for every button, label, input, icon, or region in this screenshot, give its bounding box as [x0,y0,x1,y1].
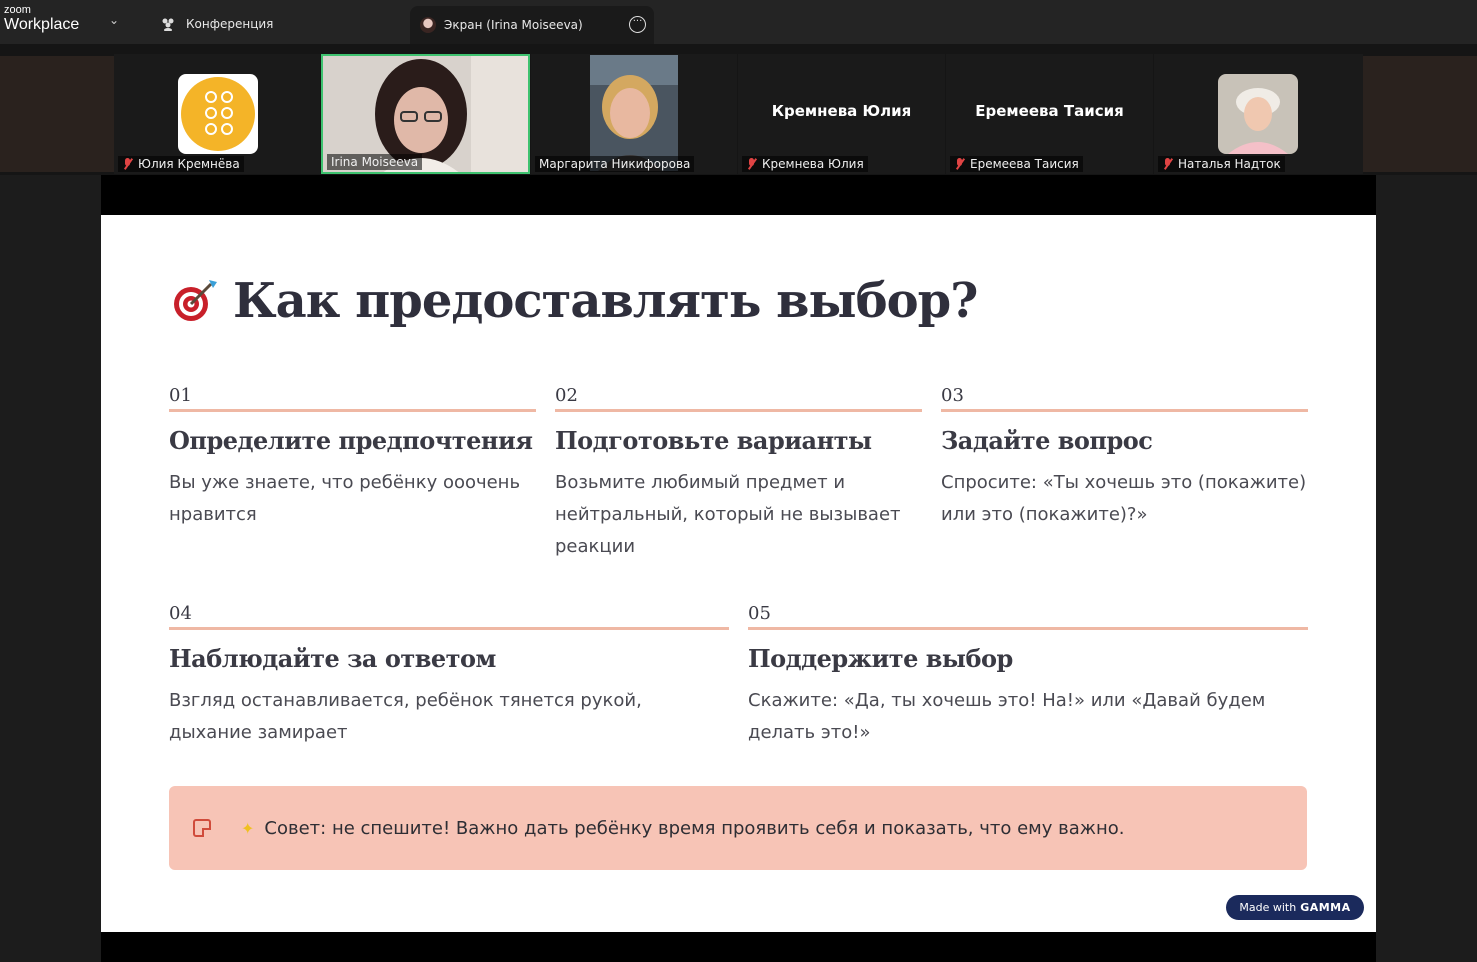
step-number: 01 [169,385,192,406]
mic-muted-icon [122,157,133,171]
step-text: Возьмите любимый предмет и нейтральный, … [555,472,901,557]
participant-tile[interactable]: Маргарита Никифорова [531,54,737,174]
participant-name-label: Еремеева Таисия [950,156,1083,172]
shared-screen-letterbox-top [101,175,1376,215]
step-heading: Поддержите выбор [748,644,1013,673]
step-5: 05 Поддержите выбор Скажите: «Да, ты хоч… [748,603,1308,749]
step-number: 05 [748,603,771,624]
gallery-edge-right [1363,56,1477,172]
participant-name-label: Маргарита Никифорова [535,156,695,172]
step-divider [169,409,536,412]
participant-tile-active[interactable]: Irina Moiseeva [321,54,530,174]
participant-tile[interactable]: Юлия Кремнёва [114,54,320,174]
made-with-gamma-badge[interactable]: Made with GAMMA [1226,895,1364,920]
step-divider [169,627,729,630]
target-icon [174,280,217,321]
people-icon [162,18,174,31]
tab-screen-share[interactable]: Экран (Irina Moiseeva) ··· [410,6,654,44]
badge-prefix: Made with [1239,901,1297,914]
tab-meeting[interactable]: Конференция [152,6,402,42]
slide-title-text: Как предоставлять выбор? [233,273,978,329]
zoom-logo[interactable]: zoom Workplace [4,5,79,34]
slide-title: Как предоставлять выбор? [169,273,978,329]
mic-muted-icon [954,157,965,171]
step-heading: Задайте вопрос [941,426,1153,455]
step-divider [941,409,1308,412]
participant-tile[interactable]: Кремнева Юлия Кремнева Юлия [738,54,945,174]
badge-brand: GAMMA [1300,901,1351,914]
chevron-down-icon[interactable]: ⌄ [109,13,119,27]
step-text: Взгляд останавливается, ребёнок тянется … [169,690,642,743]
brand-small: zoom [4,4,31,16]
participant-center-name: Еремеева Таисия [975,102,1124,120]
step-text: Спросите: «Ты хочешь это (покажите) или … [941,472,1307,525]
shared-screen-letterbox-bottom [101,932,1376,962]
step-4: 04 Наблюдайте за ответом Взгляд останавл… [169,603,729,749]
step-2: 02 Подготовьте варианты Возьмите любимый… [555,385,922,563]
participant-name-label: Юлия Кремнёва [118,156,244,172]
step-number: 03 [941,385,964,406]
participant-name-label: Наталья Надток [1158,156,1285,172]
zoom-window: zoom Workplace ⌄ Конференция Экран (Irin… [0,0,1477,962]
step-number: 04 [169,603,192,624]
participant-name-label: Кремнева Юлия [742,156,868,172]
note-icon [193,819,211,837]
shared-slide: Как предоставлять выбор? 01 Определите п… [101,215,1376,932]
tab-meeting-label: Конференция [186,17,274,31]
step-text: Скажите: «Да, ты хочешь это! На!» или «Д… [748,690,1266,743]
participant-logo [178,74,258,154]
title-bar: zoom Workplace ⌄ Конференция Экран (Irin… [0,0,1477,44]
step-3: 03 Задайте вопрос Спросите: «Ты хочешь э… [941,385,1308,531]
step-heading: Определите предпочтения [169,426,533,455]
tip-callout: ✦ Совет: не спешите! Важно дать ребёнку … [169,786,1307,870]
gallery-edge-left [0,56,114,172]
step-text: Вы уже знаете, что ребёнку ооочень нрави… [169,472,521,525]
step-divider [748,627,1308,630]
mic-muted-icon [1162,157,1173,171]
participant-center-name: Кремнева Юлия [771,102,912,120]
step-divider [555,409,922,412]
participant-gallery: Юлия Кремнёва Irina Moiseeva Маргарита Н… [0,44,1477,175]
step-1: 01 Определите предпочтения Вы уже знаете… [169,385,536,531]
participant-name-label: Irina Moiseeva [327,154,423,170]
tab-screen-label: Экран (Irina Moiseeva) [444,18,583,32]
brand-big: Workplace [4,16,80,33]
step-heading: Наблюдайте за ответом [169,644,496,673]
avatar [420,17,436,33]
participant-tile[interactable]: Еремеева Таисия Еремеева Таисия [946,54,1153,174]
participant-avatar-photo [1218,74,1298,154]
more-options-icon[interactable]: ··· [629,16,646,33]
sparkle-icon: ✦ [241,818,255,838]
participant-tile[interactable]: Наталья Надток [1154,54,1363,174]
step-number: 02 [555,385,578,406]
mic-muted-icon [746,157,757,171]
participant-video [590,55,678,171]
tip-text: Совет: не спешите! Важно дать ребёнку вр… [264,817,1125,839]
step-heading: Подготовьте варианты [555,426,872,455]
